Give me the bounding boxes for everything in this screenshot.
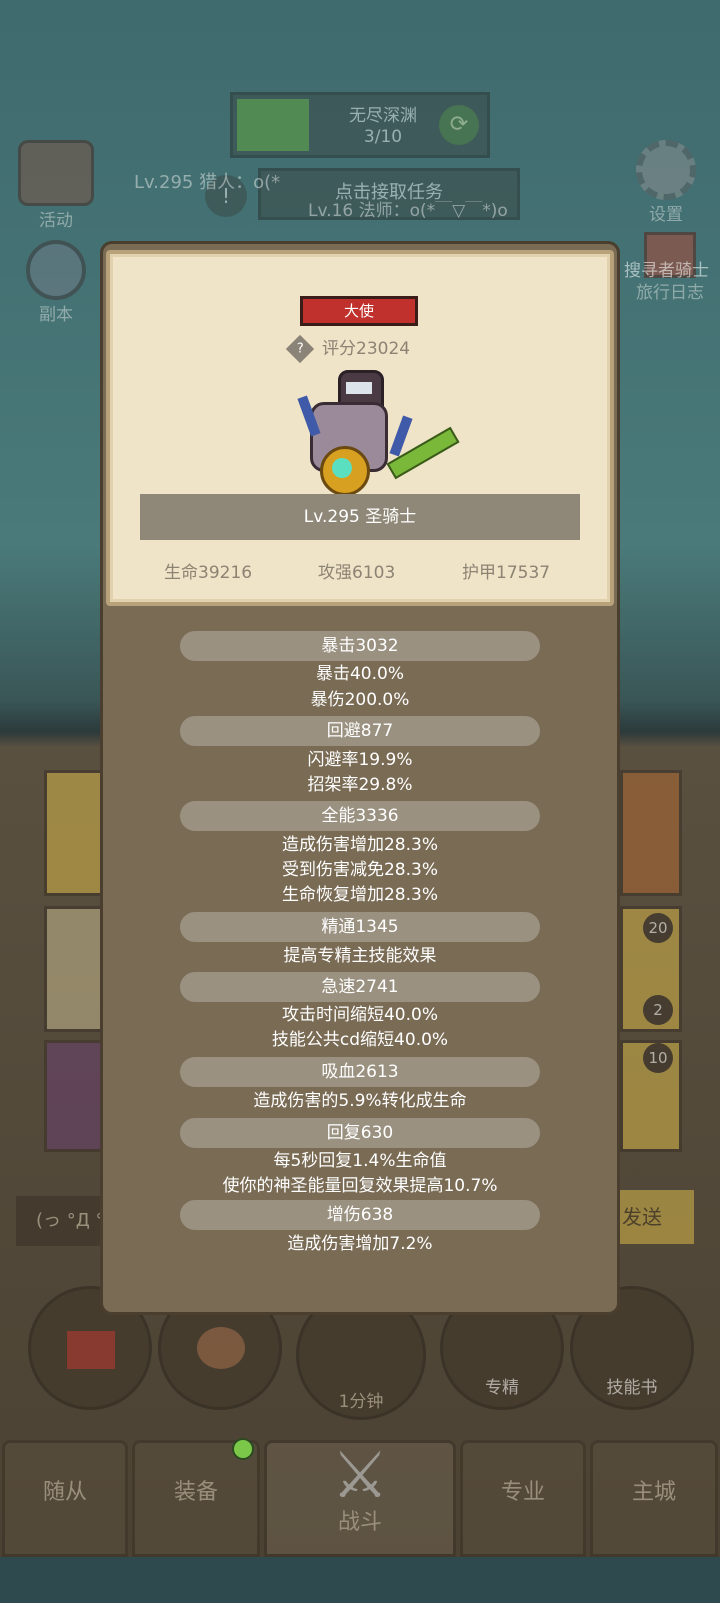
dungeon-button[interactable]: 副本 xyxy=(14,240,98,325)
seeker-knight-label: 搜寻者骑士 xyxy=(624,261,709,281)
equipment-slot-helm[interactable] xyxy=(44,770,106,896)
activity-icon xyxy=(18,140,94,206)
count-badge: 10 xyxy=(643,1043,673,1073)
hp-stat: 生命39216 xyxy=(164,563,253,583)
equipment-slot-shoulder[interactable] xyxy=(44,906,106,1032)
damage-bonus-header: 增伤638 xyxy=(180,1200,540,1230)
settings-label: 设置 xyxy=(649,205,683,225)
settings-button[interactable]: 设置 xyxy=(626,140,706,225)
notification-dot xyxy=(232,1438,254,1460)
refresh-icon[interactable]: ⟳ xyxy=(439,105,479,145)
mastery-line: 提高专精主技能效果 xyxy=(283,946,437,966)
quest-title: 无尽深渊 xyxy=(349,106,417,126)
specialization-label: 专精 xyxy=(485,1378,519,1398)
character-name-banner: Lv.295 圣骑士 xyxy=(140,494,580,540)
equipment-slot-chest[interactable] xyxy=(44,1040,106,1152)
count-badge: 2 xyxy=(643,995,673,1025)
crossed-swords-icon: ⚔ xyxy=(331,1439,389,1513)
parry-line: 招架率29.8% xyxy=(307,775,413,795)
equipment-slot-crown[interactable]: 20 2 xyxy=(620,906,682,1032)
gear-icon xyxy=(636,140,696,200)
crit-damage-line: 暴伤200.0% xyxy=(310,690,410,710)
tab-main-city[interactable]: 主城 xyxy=(590,1440,718,1557)
dungeon-label: 副本 xyxy=(39,305,73,325)
versatility-reduction-line: 受到伤害减免28.3% xyxy=(281,860,438,880)
equipment-slot-back[interactable] xyxy=(620,770,682,896)
chest-timer: 1分钟 xyxy=(338,1392,384,1412)
armor-stat: 护甲17537 xyxy=(462,563,551,583)
attack-power-stat: 攻强6103 xyxy=(318,563,396,583)
tab-profession[interactable]: 专业 xyxy=(460,1440,586,1557)
paladin-character-sprite xyxy=(297,366,460,496)
dungeon-icon xyxy=(26,240,86,300)
tab-followers[interactable]: 随从 xyxy=(2,1440,128,1557)
quest-progress-fill xyxy=(237,99,309,151)
versatility-healing-line: 生命恢复增加28.3% xyxy=(281,885,438,905)
count-badge: 20 xyxy=(643,913,673,943)
lifesteal-header: 吸血2613 xyxy=(180,1057,540,1087)
score-value: 评分23024 xyxy=(322,339,411,359)
lifesteal-line: 造成伤害的5.9%转化成生命 xyxy=(253,1091,467,1111)
quest-progress: 3/10 xyxy=(363,127,403,147)
activity-label: 活动 xyxy=(39,211,73,231)
skill-book-label: 技能书 xyxy=(606,1378,658,1398)
haste-attack-line: 攻击时间缩短40.0% xyxy=(281,1005,438,1025)
potion-icon xyxy=(67,1331,115,1369)
regen-line: 每5秒回复1.4%生命值 xyxy=(273,1151,447,1171)
versatility-header: 全能3336 xyxy=(180,801,540,831)
crit-header: 暴击3032 xyxy=(180,631,540,661)
title-badge: 大使 xyxy=(300,296,418,326)
avoidance-header: 回避877 xyxy=(180,716,540,746)
party-member-mage: Lv.16 法师：o(*￣▽￣*)o xyxy=(308,201,508,221)
versatility-damage-line: 造成伤害增加28.3% xyxy=(281,835,438,855)
haste-header: 急速2741 xyxy=(180,972,540,1002)
damage-bonus-line: 造成伤害增加7.2% xyxy=(287,1234,433,1254)
mastery-header: 精通1345 xyxy=(180,912,540,942)
equipment-slot-head[interactable]: 10 xyxy=(620,1040,682,1152)
holy-power-line: 使你的神圣能量回复效果提高10.7% xyxy=(222,1176,498,1196)
regen-header: 回复630 xyxy=(180,1118,540,1148)
help-icon[interactable]: ? xyxy=(285,334,315,364)
activity-button[interactable]: 活动 xyxy=(14,140,98,231)
travel-log-label: 旅行日志 xyxy=(636,283,704,303)
dodge-line: 闪避率19.9% xyxy=(307,750,413,770)
send-button[interactable]: 发送 xyxy=(610,1190,694,1244)
bread-icon xyxy=(197,1327,245,1369)
score-row: ? 评分23024 xyxy=(285,334,411,364)
crit-rate-line: 暴击40.0% xyxy=(315,664,404,684)
party-member-hunter: Lv.295 猎人：o(* xyxy=(134,172,281,193)
haste-cd-line: 技能公共cd缩短40.0% xyxy=(271,1030,449,1050)
quest-panel[interactable]: 无尽深渊 3/10 ⟳ xyxy=(230,92,490,158)
